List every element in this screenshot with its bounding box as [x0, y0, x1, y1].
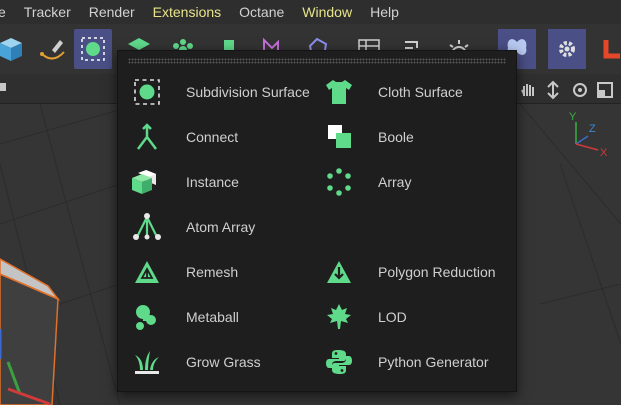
menu-item-label: Cloth Surface	[378, 84, 463, 100]
menu-edit[interactable]: e	[0, 4, 15, 20]
menu-item-label: Subdivision Surface	[186, 84, 310, 100]
cloth-surface-icon	[322, 75, 356, 109]
menu-item-label: Instance	[186, 174, 239, 190]
menu-item-array[interactable]: Array	[322, 165, 411, 199]
menu-item-atom-array[interactable]: Atom Array	[130, 210, 255, 244]
grow-grass-icon	[130, 345, 164, 379]
generators-popup-menu: Subdivision Surface Connect Instance Ato…	[117, 50, 517, 392]
menu-item-label: LOD	[378, 309, 407, 325]
gear-icon	[559, 41, 575, 57]
menu-window[interactable]: Window	[293, 4, 361, 20]
menu-item-metaball[interactable]: Metaball	[130, 300, 239, 334]
menu-item-instance[interactable]: Instance	[130, 165, 239, 199]
menu-octane[interactable]: Octane	[230, 4, 293, 20]
subdivision-tool-button[interactable]	[74, 29, 112, 69]
menu-item-label: Metaball	[186, 309, 239, 325]
menu-item-label: Polygon Reduction	[378, 264, 496, 280]
menu-item-grow-grass[interactable]: Grow Grass	[130, 345, 261, 379]
connect-icon	[130, 120, 164, 154]
menubar: e Tracker Render Extensions Octane Windo…	[0, 0, 621, 24]
subdivision-surface-icon	[130, 75, 164, 109]
menu-item-lod[interactable]: LOD	[322, 300, 407, 334]
axis-z-label: Z	[589, 123, 596, 135]
menu-item-label: Connect	[186, 129, 239, 145]
menu-item-label: Array	[378, 174, 412, 190]
render-tool-button[interactable]	[594, 29, 621, 69]
pen-tool-button[interactable]	[34, 29, 72, 69]
menu-item-label: Remesh	[186, 264, 239, 280]
remesh-icon	[130, 255, 164, 289]
cube-tool-button[interactable]	[0, 29, 30, 69]
menu-item-label: Boole	[378, 129, 414, 145]
python-generator-icon	[322, 345, 356, 379]
cube-icon	[0, 38, 22, 61]
menu-item-label: Grow Grass	[186, 354, 261, 370]
menu-render[interactable]: Render	[80, 4, 144, 20]
boole-icon	[322, 120, 356, 154]
axis-y-label: Y	[569, 111, 577, 123]
menu-extensions[interactable]: Extensions	[144, 4, 230, 20]
lod-icon	[322, 300, 356, 334]
pen-spline-icon	[40, 40, 65, 60]
menu-item-remesh[interactable]: Remesh	[130, 255, 238, 289]
menu-item-cloth-surface[interactable]: Cloth Surface	[322, 75, 463, 109]
menu-item-python-generator[interactable]: Python Generator	[322, 345, 489, 379]
menu-item-label: Atom Array	[186, 219, 256, 235]
metaball-icon	[130, 300, 164, 334]
instance-icon	[130, 165, 164, 199]
subdivision-surface-icon	[81, 37, 105, 61]
axis-x-label: X	[600, 147, 608, 159]
viewport-arrow-icon	[0, 83, 6, 91]
viewport-navigation-icons	[521, 80, 613, 100]
atom-array-icon	[130, 210, 164, 244]
menu-item-label: Python Generator	[378, 354, 489, 370]
array-icon	[322, 165, 356, 199]
axis-gizmo: Y Z X	[566, 111, 616, 159]
menu-tracker[interactable]: Tracker	[15, 4, 80, 20]
menu-item-subdivision-surface[interactable]: Subdivision Surface	[130, 75, 310, 109]
menu-help[interactable]: Help	[361, 4, 408, 20]
popup-drag-grip[interactable]	[128, 58, 506, 64]
render-icon	[603, 40, 620, 59]
settings-tool-button[interactable]	[548, 29, 586, 69]
menu-item-polygon-reduction[interactable]: Polygon Reduction	[322, 255, 496, 289]
menu-item-boole[interactable]: Boole	[322, 120, 414, 154]
menu-item-connect[interactable]: Connect	[130, 120, 238, 154]
polygon-reduction-icon	[322, 255, 356, 289]
